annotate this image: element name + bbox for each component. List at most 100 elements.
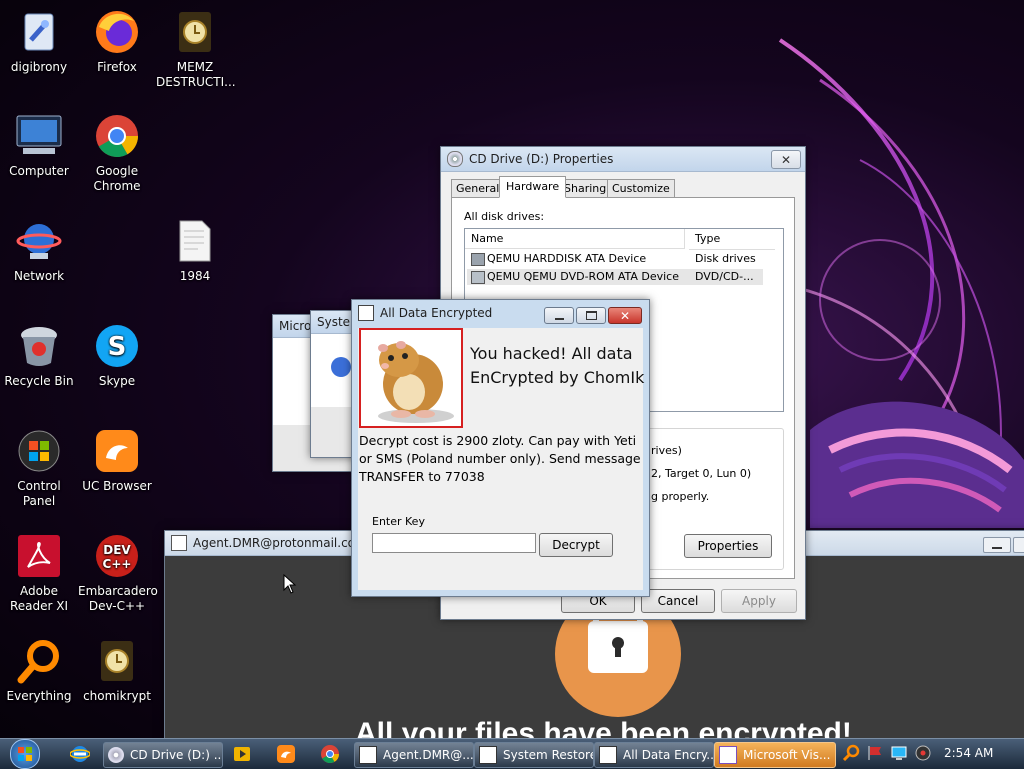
enter-key-label: Enter Key <box>372 515 425 528</box>
minimize-button[interactable] <box>544 307 574 324</box>
cd-properties-titlebar[interactable]: CD Drive (D:) Properties <box>441 147 805 172</box>
device-info-line: rives) <box>651 444 682 457</box>
desktop-icon-network[interactable]: Network <box>0 217 78 284</box>
firefox-icon <box>93 8 141 56</box>
device-properties-button[interactable]: Properties <box>684 534 772 558</box>
desktop-icon-uc-browser[interactable]: UC Browser <box>78 427 156 494</box>
device-info-line: 2, Target 0, Lun 0) <box>651 467 752 480</box>
apply-button[interactable]: Apply <box>721 589 797 613</box>
desktop-icon-digibrony[interactable]: digibrony <box>0 8 78 75</box>
table-row[interactable]: QEMU QEMU DVD-ROM ATA Device DVD/CD-... <box>467 269 763 285</box>
device-name: QEMU HARDDISK ATA Device <box>487 252 647 265</box>
table-row[interactable]: QEMU HARDDISK ATA Device Disk drives <box>467 251 765 267</box>
dev-cpp-icon: DEV C++ <box>93 532 141 580</box>
flag-icon[interactable] <box>866 744 886 764</box>
desktop-icon-skype[interactable]: S Skype <box>78 322 156 389</box>
all-disk-drives-label: All disk drives: <box>464 210 545 223</box>
task-label: All Data Encry... <box>623 748 714 762</box>
all-data-encrypted-window[interactable]: All Data Encrypted ✕ You hacked! All dat… <box>351 299 650 597</box>
minimize-icon <box>554 317 564 320</box>
desktop-icon-label: Google Chrome <box>93 164 141 193</box>
close-icon: ✕ <box>780 152 792 167</box>
device-name: QEMU QEMU DVD-ROM ATA Device <box>487 270 680 283</box>
cd-drive-icon <box>108 747 124 763</box>
desktop-icon-label: Embarcadero Dev-C++ <box>78 584 158 613</box>
media-player-icon[interactable] <box>232 744 252 764</box>
task-label: Microsoft Vis... <box>743 748 831 762</box>
start-button[interactable] <box>6 739 44 769</box>
uc-browser-icon <box>93 427 141 475</box>
desktop-icon-adobe-reader[interactable]: Adobe Reader XI <box>0 532 78 614</box>
window-icon <box>358 305 374 321</box>
taskbar-item-all-data-encrypted[interactable]: All Data Encry... <box>594 742 714 768</box>
chrome-icon[interactable] <box>320 744 340 764</box>
control-panel-icon <box>15 427 63 475</box>
desktop-icon-memz[interactable]: MEMZ DESTRUCTI... <box>156 8 236 90</box>
window-icon <box>599 746 617 764</box>
desktop-icon-control-panel[interactable]: Control Panel <box>0 427 78 509</box>
tab-customize[interactable]: Customize <box>607 179 675 197</box>
tab-general[interactable]: General <box>451 179 505 197</box>
decrypt-button[interactable]: Decrypt <box>539 533 613 557</box>
desktop-icon-label: Computer <box>9 164 69 178</box>
key-input[interactable] <box>372 533 536 553</box>
close-button[interactable]: ✕ <box>771 150 801 169</box>
program-icon <box>171 8 219 56</box>
desktop-icon-computer[interactable]: Computer <box>0 112 78 179</box>
windows-logo-icon <box>10 739 40 769</box>
desktop-icon-label: Network <box>13 269 65 283</box>
svg-text:S: S <box>108 332 127 362</box>
desktop-icon-1984[interactable]: 1984 <box>156 217 234 284</box>
visual-studio-icon <box>719 746 737 764</box>
desktop-icon-everything[interactable]: Everything <box>0 637 78 704</box>
desktop-icon-chrome[interactable]: Google Chrome <box>78 112 156 194</box>
cancel-button[interactable]: Cancel <box>641 589 715 613</box>
task-label: Agent.DMR@... <box>383 748 474 762</box>
ransom-body: You hacked! All data EnCrypted by ChomIk… <box>358 328 645 590</box>
mouse-cursor <box>283 574 297 594</box>
desktop-icon-firefox[interactable]: Firefox <box>78 8 156 75</box>
clock[interactable]: 2:54 AM <box>944 746 993 760</box>
minimize-icon <box>992 546 1002 549</box>
minimize-button[interactable] <box>983 537 1011 553</box>
desktop-icon-dev-cpp[interactable]: DEV C++ Embarcadero Dev-C++ <box>78 532 158 614</box>
desktop-icon-label: UC Browser <box>82 479 152 493</box>
desktop-icon-label: Control Panel <box>17 479 61 508</box>
system-tray: 2:54 AM <box>838 739 1024 769</box>
desktop-icon-chomikrypt[interactable]: chomikrypt <box>78 637 156 704</box>
hamster-image <box>359 328 463 428</box>
svg-text:C++: C++ <box>103 557 132 571</box>
display-icon[interactable] <box>890 744 910 764</box>
window-icon <box>479 746 497 764</box>
hamster-icon <box>378 341 454 423</box>
ransom-headline: You hacked! All data EnCrypted by ChomIk <box>470 344 645 387</box>
maximize-button[interactable] <box>576 307 606 324</box>
task-label: System Restore <box>503 748 594 762</box>
cd-drive-icon <box>447 151 463 167</box>
volume-icon[interactable] <box>914 744 934 764</box>
chrome-icon <box>93 112 141 160</box>
desktop-icon-recycle-bin[interactable]: Recycle Bin <box>0 322 78 389</box>
taskbar-item-agent-dmr[interactable]: Agent.DMR@... <box>354 742 474 768</box>
list-header-name[interactable]: Name <box>465 229 685 249</box>
taskbar-item-cd-drive[interactable]: CD Drive (D:) ... <box>103 742 223 768</box>
tab-sharing[interactable]: Sharing <box>559 179 612 197</box>
network-icon <box>15 217 63 265</box>
taskbar-item-system-restore[interactable]: System Restore <box>474 742 594 768</box>
desktop-icon-label: Skype <box>98 374 136 388</box>
task-label: CD Drive (D:) ... <box>130 748 223 762</box>
uc-browser-icon[interactable] <box>276 744 296 764</box>
list-header-type[interactable]: Type <box>689 229 775 250</box>
taskbar-item-microsoft-visual[interactable]: Microsoft Vis... <box>714 742 836 768</box>
tab-hardware[interactable]: Hardware <box>499 176 567 198</box>
skype-icon: S <box>93 322 141 370</box>
dvd-drive-icon <box>471 271 485 284</box>
close-icon: ✕ <box>619 308 631 323</box>
search-icon[interactable] <box>842 744 862 764</box>
recycle-bin-icon <box>15 322 63 370</box>
magnifier-icon <box>15 637 63 685</box>
internet-explorer-icon[interactable] <box>69 744 91 764</box>
taskbar: CD Drive (D:) ... Agent.DMR@... System R… <box>0 738 1024 769</box>
restore-button[interactable] <box>1013 537 1024 553</box>
close-button[interactable]: ✕ <box>608 307 642 324</box>
